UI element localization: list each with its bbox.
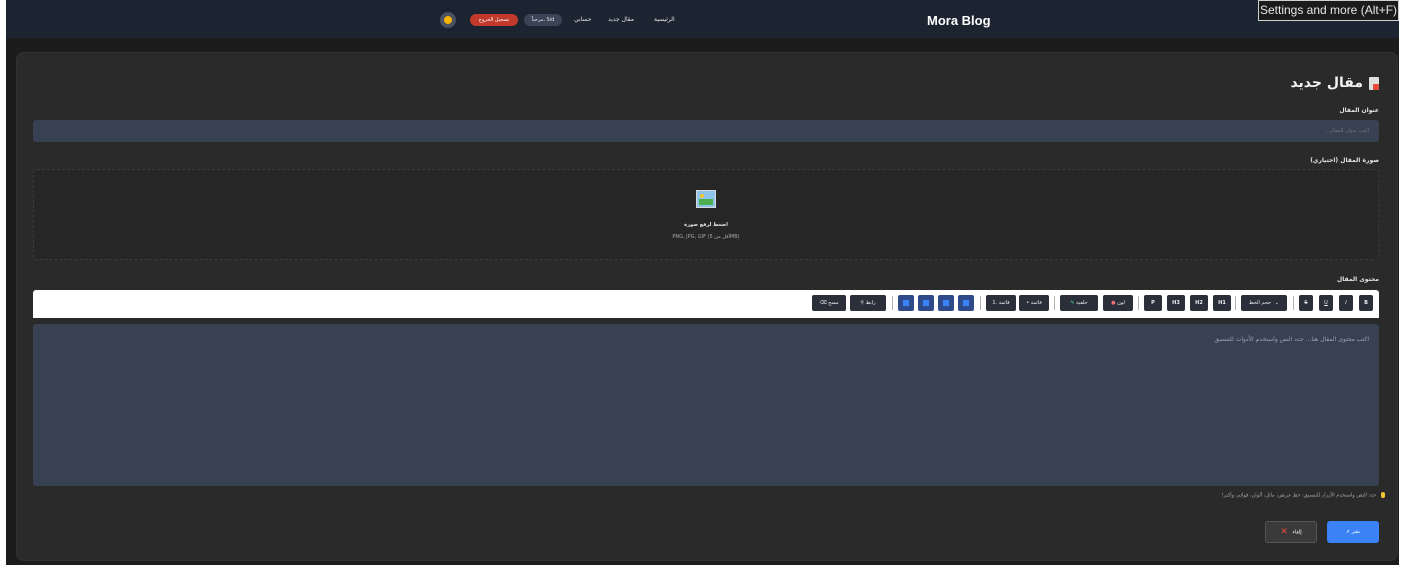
text-color-label: لون bbox=[1117, 300, 1125, 306]
new-post-card: مقال جديد عنوان المقال صورة المقال (اختي… bbox=[16, 52, 1398, 561]
bold-button[interactable]: B bbox=[1359, 295, 1373, 311]
upload-prompt: اضغط لرفع صورة bbox=[684, 222, 728, 228]
toolbar-divider bbox=[1054, 296, 1055, 310]
insert-link-button[interactable]: ⚲ رابط bbox=[850, 295, 886, 311]
highlight-label: خلفية bbox=[1076, 300, 1088, 306]
align-right-button[interactable] bbox=[958, 295, 974, 311]
palette-icon: ● bbox=[1111, 300, 1116, 306]
content-editor[interactable]: اكتب محتوى المقال هنا... حدد النص واستخد… bbox=[33, 324, 1379, 486]
chevron-down-icon: ⌄ bbox=[1274, 300, 1279, 306]
link-icon: ⚲ bbox=[860, 300, 865, 306]
image-icon bbox=[696, 190, 716, 208]
toolbar-divider bbox=[980, 296, 981, 310]
nav-home-link[interactable]: الرئيسية bbox=[654, 16, 675, 23]
bullet-list-button[interactable]: • قائمة bbox=[1019, 295, 1049, 311]
formatting-tip-text: حدد النص واستخدم الأزرار للتنسيق: خط عري… bbox=[1221, 492, 1377, 499]
nav-account-link[interactable]: حسابي bbox=[574, 16, 592, 23]
clear-format-button[interactable]: ⌫ مسح bbox=[812, 295, 846, 311]
text-color-button[interactable]: ● لون bbox=[1103, 295, 1133, 311]
numbered-list-button[interactable]: 1. قائمة bbox=[986, 295, 1016, 311]
align-left-button[interactable] bbox=[918, 295, 934, 311]
close-icon: ✕ bbox=[1280, 527, 1288, 537]
page-background: مقال جديد عنوان المقال صورة المقال (اختي… bbox=[6, 38, 1399, 565]
insert-link-label: رابط bbox=[865, 300, 876, 306]
image-label: صورة المقال (اختياري) bbox=[1310, 157, 1379, 164]
font-size-label: حجم الخط bbox=[1249, 300, 1272, 306]
document-icon bbox=[1369, 77, 1379, 90]
editor-toolbar: B I U S حجم الخط ⌄ H1 H2 H3 P ● لون ✎ خل… bbox=[33, 290, 1379, 318]
paragraph-button[interactable]: P bbox=[1144, 295, 1162, 311]
highlight-button[interactable]: ✎ خلفية bbox=[1060, 295, 1098, 311]
h2-button[interactable]: H2 bbox=[1190, 295, 1208, 311]
publish-label: نشر bbox=[1351, 529, 1361, 535]
underline-button[interactable]: U bbox=[1319, 295, 1333, 311]
toolbar-divider bbox=[892, 296, 893, 310]
toolbar-divider bbox=[1293, 296, 1294, 310]
publish-button[interactable]: ➚ نشر bbox=[1327, 521, 1379, 543]
h3-button[interactable]: H3 bbox=[1167, 295, 1185, 311]
page-title: مقال جديد bbox=[1290, 75, 1379, 91]
rocket-icon: ➚ bbox=[1345, 529, 1350, 535]
eraser-icon: ⌫ bbox=[819, 300, 827, 306]
post-title-input[interactable] bbox=[33, 120, 1379, 142]
font-size-select[interactable]: حجم الخط ⌄ bbox=[1241, 295, 1287, 311]
content-label: محتوى المقال bbox=[1337, 276, 1379, 283]
brand-logo[interactable]: Mora Blog bbox=[927, 13, 991, 28]
nav-new-post-link[interactable]: مقال جديد bbox=[608, 16, 634, 23]
title-label: عنوان المقال bbox=[1339, 107, 1379, 114]
user-greeting-badge: مرحباً، Sid bbox=[524, 14, 562, 26]
align-center-button[interactable] bbox=[938, 295, 954, 311]
logout-button[interactable]: تسجيل الخروج bbox=[470, 14, 518, 26]
theme-toggle-sun-icon[interactable] bbox=[440, 12, 456, 28]
cancel-label: إلغاء bbox=[1292, 529, 1302, 536]
upload-hint: PNG, JPG, GIF (أقل من 5MB) bbox=[672, 234, 740, 240]
italic-button[interactable]: I bbox=[1339, 295, 1353, 311]
image-upload-dropzone[interactable]: اضغط لرفع صورة PNG, JPG, GIF (أقل من 5MB… bbox=[33, 169, 1379, 260]
align-justify-button[interactable] bbox=[898, 295, 914, 311]
strikethrough-button[interactable]: S bbox=[1299, 295, 1313, 311]
lightbulb-icon bbox=[1381, 492, 1385, 498]
page-title-text: مقال جديد bbox=[1290, 75, 1363, 91]
editor-placeholder: اكتب محتوى المقال هنا... حدد النص واستخد… bbox=[1214, 336, 1369, 343]
h1-button[interactable]: H1 bbox=[1213, 295, 1231, 311]
formatting-tip: حدد النص واستخدم الأزرار للتنسيق: خط عري… bbox=[1222, 492, 1385, 499]
top-navbar: Mora Blog الرئيسية مقال جديد حسابي مرحبا… bbox=[6, 0, 1399, 38]
toolbar-divider bbox=[1235, 296, 1236, 310]
cancel-button[interactable]: ✕ إلغاء bbox=[1265, 521, 1317, 543]
toolbar-divider bbox=[1138, 296, 1139, 310]
browser-settings-tooltip: Settings and more (Alt+F) bbox=[1258, 0, 1399, 21]
clear-format-label: مسح bbox=[828, 300, 839, 306]
highlighter-icon: ✎ bbox=[1070, 300, 1075, 306]
